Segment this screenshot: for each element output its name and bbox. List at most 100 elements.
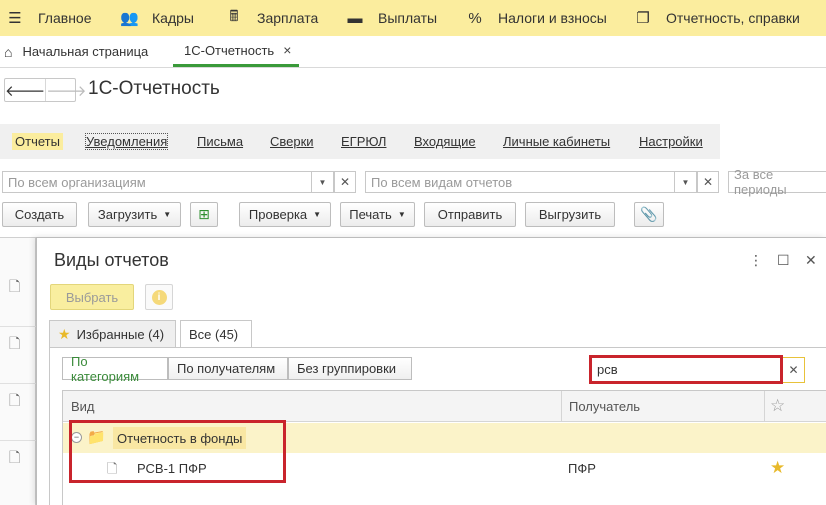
search-clear-button[interactable]: ✕ bbox=[783, 357, 805, 383]
close-icon[interactable]: ✕ bbox=[805, 252, 817, 269]
section-tabs: Отчеты Уведомления Письма Сверки ЕГРЮЛ В… bbox=[0, 124, 720, 159]
menu-item-label: Кадры bbox=[152, 10, 194, 26]
navigation-buttons: 🡐 🡒 bbox=[4, 78, 86, 102]
search-input[interactable]: рсв bbox=[589, 355, 783, 384]
load-button[interactable]: Загрузить ▼ bbox=[88, 202, 181, 227]
star-icon: ★ bbox=[58, 325, 71, 342]
dropdown-arrow-icon[interactable]: ▼ bbox=[311, 172, 333, 192]
dropdown-arrow-icon: ▼ bbox=[397, 210, 406, 219]
tabs-bar: ⌂ Начальная страница 1С-Отчетность × bbox=[0, 36, 826, 68]
tab-favorites[interactable]: ★ Избранные (4) bbox=[49, 320, 176, 347]
tab-reporting-label: 1С-Отчетность bbox=[184, 42, 275, 58]
report-type-filter-clear[interactable]: ✕ bbox=[697, 171, 719, 193]
send-button[interactable]: Отправить bbox=[424, 202, 516, 227]
tab-home[interactable]: ⌂ Начальная страница bbox=[0, 36, 148, 67]
favorite-star-icon[interactable]: ★ bbox=[770, 458, 785, 478]
table-row[interactable]: 🗋 РСВ-1 ПФР ПФР ★ bbox=[63, 453, 826, 483]
add-file-icon: ⊞ bbox=[198, 206, 210, 222]
section-settings[interactable]: Настройки bbox=[639, 134, 703, 149]
organization-filter-placeholder: По всем организациям bbox=[8, 174, 146, 190]
section-reconciliations[interactable]: Сверки bbox=[270, 134, 314, 149]
report-types-dialog: Виды отчетов ⋮ ☐ ✕ Выбрать i ★ Избранные… bbox=[36, 237, 826, 505]
menu-item-taxes[interactable]: % Налоги и взносы bbox=[466, 0, 607, 36]
percent-icon: % bbox=[468, 9, 482, 27]
menu-item-label: Главное bbox=[38, 10, 92, 26]
report-recipient: ПФР bbox=[568, 461, 596, 476]
back-arrow-icon[interactable]: 🡐 bbox=[5, 79, 47, 101]
group-by-category-label: По категориям bbox=[71, 353, 140, 384]
export-button[interactable]: Выгрузить bbox=[525, 202, 615, 227]
maximize-icon[interactable]: ☐ bbox=[777, 252, 790, 269]
column-divider bbox=[561, 391, 562, 422]
period-filter[interactable]: За все периоды bbox=[728, 167, 826, 197]
group-by-recipient-button[interactable]: По получателям bbox=[168, 357, 288, 380]
search-input-value: рсв bbox=[597, 362, 618, 377]
choose-button-label: Выбрать bbox=[65, 289, 119, 305]
main-menu-bar: ☰ Главное 👥 Кадры 🖩 Зарплата ▬ Выплаты %… bbox=[0, 0, 826, 36]
document-icon: 🗋 bbox=[9, 449, 21, 465]
no-grouping-button[interactable]: Без группировки bbox=[288, 357, 412, 380]
print-button[interactable]: Печать ▼ bbox=[340, 202, 415, 227]
menu-item-hr[interactable]: 👥 Кадры bbox=[120, 0, 194, 36]
section-notifications[interactable]: Уведомления bbox=[84, 133, 169, 150]
menu-item-salary[interactable]: 🖩 Зарплата bbox=[225, 0, 318, 36]
menu-item-main[interactable]: ☰ Главное bbox=[6, 0, 92, 36]
home-icon: ⌂ bbox=[4, 43, 13, 60]
add-file-button[interactable]: ⊞ bbox=[190, 202, 218, 227]
table-group-row[interactable]: − 📁 Отчетность в фонды bbox=[63, 423, 826, 453]
tab-all-label: Все (45) bbox=[189, 327, 239, 342]
report-types-table: Вид Получатель ☆ − 📁 Отчетность в фонды … bbox=[62, 390, 826, 505]
print-button-label: Печать bbox=[349, 207, 392, 222]
group-name: Отчетность в фонды bbox=[113, 427, 247, 449]
section-egrul[interactable]: ЕГРЮЛ bbox=[341, 134, 386, 149]
dialog-title: Виды отчетов bbox=[54, 250, 169, 270]
table-header: Вид Получатель ☆ bbox=[63, 391, 826, 422]
column-kind-header[interactable]: Вид bbox=[71, 399, 95, 414]
dropdown-arrow-icon[interactable]: ▼ bbox=[674, 172, 696, 192]
folder-icon: 📁 bbox=[87, 429, 106, 446]
report-icon: ❐ bbox=[636, 10, 650, 27]
section-letters[interactable]: Письма bbox=[197, 134, 243, 149]
report-type-filter[interactable]: По всем видам отчетов ▼ bbox=[365, 171, 697, 193]
section-incoming[interactable]: Входящие bbox=[414, 134, 476, 149]
menu-item-payments[interactable]: ▬ Выплаты bbox=[346, 0, 438, 36]
report-name: РСВ-1 ПФР bbox=[137, 461, 207, 476]
section-reports[interactable]: Отчеты bbox=[12, 133, 63, 150]
dropdown-arrow-icon: ▼ bbox=[163, 210, 172, 219]
tab-reporting[interactable]: 1С-Отчетность × bbox=[173, 36, 299, 67]
export-button-label: Выгрузить bbox=[538, 207, 602, 222]
hamburger-icon: ☰ bbox=[8, 10, 22, 27]
menu-item-label: Выплаты bbox=[378, 10, 438, 26]
tab-home-label: Начальная страница bbox=[22, 44, 149, 59]
wallet-icon: ▬ bbox=[347, 9, 363, 27]
document-icon: 🗋 bbox=[9, 392, 21, 408]
organization-filter[interactable]: По всем организациям ▼ bbox=[2, 171, 334, 193]
more-options-icon[interactable]: ⋮ bbox=[749, 252, 763, 269]
menu-item-label: Налоги и взносы bbox=[498, 10, 607, 26]
group-by-category-button[interactable]: По категориям bbox=[62, 354, 168, 384]
check-button[interactable]: Проверка ▼ bbox=[239, 202, 331, 227]
favorite-column-star-icon[interactable]: ☆ bbox=[770, 396, 785, 416]
create-button-label: Создать bbox=[14, 207, 65, 222]
create-button[interactable]: Создать bbox=[2, 202, 77, 227]
section-personal-accounts[interactable]: Личные кабинеты bbox=[503, 134, 610, 149]
menu-item-label: Зарплата bbox=[257, 10, 319, 26]
column-recipient-header[interactable]: Получатель bbox=[569, 399, 640, 414]
report-type-filter-placeholder: По всем видам отчетов bbox=[371, 174, 513, 190]
menu-item-label: Отчетность, справки bbox=[666, 10, 800, 26]
info-button[interactable]: i bbox=[145, 284, 173, 310]
group-by-recipient-label: По получателям bbox=[177, 361, 276, 376]
organization-filter-clear[interactable]: ✕ bbox=[334, 171, 356, 193]
close-icon[interactable]: × bbox=[283, 42, 291, 58]
forward-arrow-icon[interactable]: 🡒 bbox=[46, 79, 86, 101]
collapse-icon[interactable]: − bbox=[71, 432, 82, 443]
dropdown-arrow-icon: ▼ bbox=[313, 210, 322, 219]
choose-button[interactable]: Выбрать bbox=[50, 284, 134, 310]
tab-all[interactable]: Все (45) bbox=[180, 320, 252, 348]
check-button-label: Проверка bbox=[248, 207, 308, 222]
attach-button[interactable]: 📎 bbox=[634, 202, 664, 227]
reports-list: 🗋 🗋 🗋 🗋 bbox=[0, 237, 36, 505]
menu-item-reports[interactable]: ❐ Отчетность, справки bbox=[634, 0, 800, 36]
load-button-label: Загрузить bbox=[97, 207, 158, 222]
people-icon: 👥 bbox=[120, 10, 139, 27]
